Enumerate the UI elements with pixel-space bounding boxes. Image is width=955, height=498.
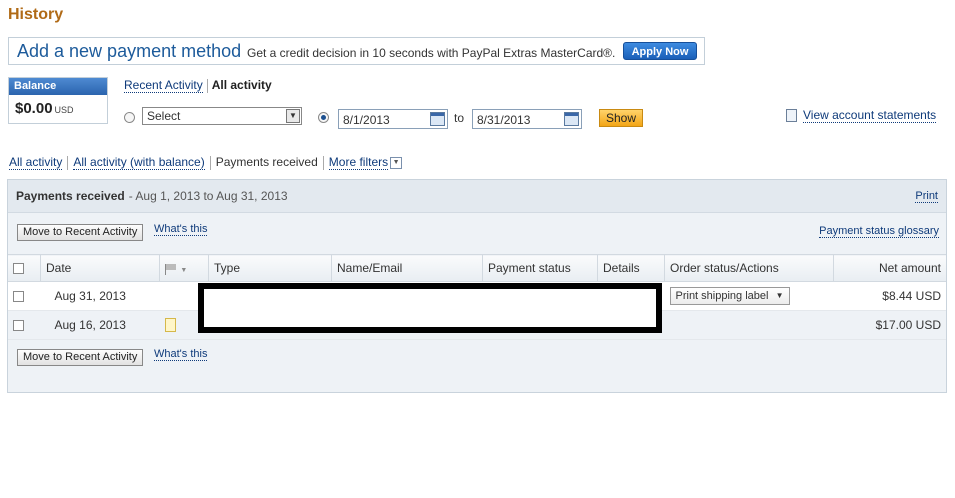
row-checkbox[interactable] [13,291,24,303]
move-to-recent-button-bottom[interactable]: Move to Recent Activity [17,349,144,366]
period-select-value: Select [147,109,181,123]
chevron-down-icon[interactable]: ▼ [180,267,187,274]
whats-this-link[interactable]: What's this [154,223,208,236]
from-date-value: 8/1/2013 [343,113,390,127]
to-label: to [454,111,465,125]
from-date-field[interactable]: 8/1/2013 [338,109,448,129]
chevron-down-icon[interactable]: ▼ [776,288,784,304]
period-select[interactable]: Select ▼ [142,107,302,125]
row-net-amount: $17.00 USD [833,310,946,340]
col-payment-status[interactable]: Payment status [482,254,598,282]
show-button[interactable]: Show [599,109,643,127]
select-all-checkbox[interactable] [13,263,24,275]
col-order-status: Order status/Actions [664,254,834,282]
panel-header: Payments received - Aug 1, 2013 to Aug 31… [8,180,946,213]
table-header-row: Date ▼ Type Name/Email Payment status De… [8,254,946,282]
row-action [664,310,834,340]
print-shipping-label-dropdown[interactable]: Print shipping label ▼ [669,287,790,305]
col-date[interactable]: Date [40,254,160,282]
row-net-amount: $8.44 USD [833,281,946,311]
flag-icon[interactable] [165,263,177,275]
tab-recent-activity[interactable]: Recent Activity [124,78,203,93]
balance-currency: USD [54,105,74,115]
row-date: Aug 31, 2013 [40,281,160,311]
select-radio[interactable] [124,112,135,123]
balance-label: Balance [9,78,107,95]
to-date-field[interactable]: 8/31/2013 [472,109,582,129]
move-to-recent-button[interactable]: Move to Recent Activity [17,224,144,241]
redaction-box [198,283,662,333]
promo-headline[interactable]: Add a new payment method [17,41,241,62]
filter-all-activity-balance[interactable]: All activity (with balance) [73,155,205,170]
col-type[interactable]: Type [208,254,332,282]
note-icon[interactable] [164,318,176,333]
document-icon [786,109,797,123]
to-date-value: 8/31/2013 [477,113,531,127]
filter-payments-received: Payments received [215,155,318,169]
calendar-icon[interactable] [430,112,445,126]
whats-this-link-bottom[interactable]: What's this [154,348,208,361]
col-details: Details [597,254,665,282]
row-checkbox-cell [8,281,41,311]
filter-bar: All activity All activity (with balance) P… [9,155,403,170]
panel-title: Payments received - Aug 1, 2013 to Aug 31… [16,189,288,203]
promo-banner: Add a new payment method Get a credit de… [8,37,705,65]
select-all-header [8,254,41,282]
view-statements[interactable]: View account statements [786,108,937,123]
balance-box: Balance $0.00 USD [8,77,108,124]
col-name-email[interactable]: Name/Email [331,254,483,282]
print-link[interactable]: Print [915,190,938,203]
col-net-amount[interactable]: Net amount [833,254,946,282]
filter-all-activity[interactable]: All activity [9,155,63,170]
panel-date-range: - Aug 1, 2013 to Aug 31, 2013 [128,189,288,203]
promo-text: Get a credit decision in 10 seconds with… [247,46,616,60]
row-date: Aug 16, 2013 [40,310,160,340]
view-tabs: Recent Activity All activity [124,78,272,93]
tab-all-activity[interactable]: All activity [212,78,272,92]
col-flag[interactable]: ▼ [159,254,209,282]
more-filters-link[interactable]: More filters [328,155,389,170]
view-statements-link[interactable]: View account statements [803,108,937,123]
chevron-down-icon[interactable]: ▼ [390,156,403,169]
balance-amount: $0.00 USD [15,100,74,117]
apply-now-button[interactable]: Apply Now [623,42,697,60]
date-range-radio[interactable] [318,112,329,123]
row-checkbox-cell [8,310,41,340]
row-checkbox[interactable] [13,320,24,332]
calendar-icon[interactable] [564,112,579,126]
row-action: Print shipping label ▼ [664,281,834,311]
payment-status-glossary-link[interactable]: Payment status glossary [819,225,939,238]
page-title: History [8,6,64,23]
chevron-down-icon[interactable]: ▼ [286,109,300,123]
